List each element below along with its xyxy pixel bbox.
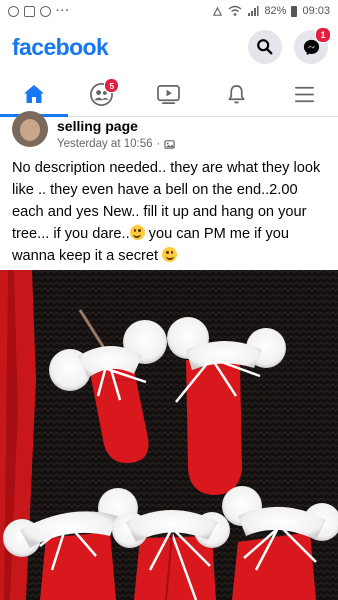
facebook-logo[interactable]: facebook: [12, 34, 109, 61]
wifi-icon: [228, 5, 242, 16]
main-tab-bar: 5: [0, 72, 338, 117]
alarm-icon: [213, 6, 223, 16]
post-meta: Yesterday at 10:56 ·: [57, 138, 176, 150]
watch-video-icon: [157, 84, 181, 104]
tab-home[interactable]: [0, 72, 68, 117]
post-header: selling page Yesterday at 10:56 ·: [0, 111, 338, 157]
post-photo[interactable]: [0, 270, 338, 600]
tab-watch[interactable]: [135, 72, 203, 116]
battery-percent: 82%: [264, 5, 287, 17]
post-text: No description needed.. they are what th…: [12, 157, 330, 267]
header-actions: 1: [248, 27, 331, 64]
tab-friends[interactable]: 5: [68, 72, 136, 116]
post-timestamp[interactable]: Yesterday at 10:56: [57, 138, 152, 150]
tab-menu[interactable]: [270, 72, 338, 116]
status-bar: ··· 82% 09:03: [0, 0, 338, 22]
status-system-icons: 82% 09:03: [212, 5, 330, 17]
bell-icon: [228, 84, 245, 104]
message-notification-icon: [24, 5, 35, 17]
tab-notifications[interactable]: [203, 72, 271, 116]
laughing-emoji-icon: [129, 225, 145, 240]
status-notification-icons: ···: [8, 5, 70, 17]
messenger-notification-icon: [8, 5, 19, 17]
search-button[interactable]: [248, 30, 282, 64]
signal-icon: [248, 6, 259, 16]
messenger-badge: 1: [315, 27, 331, 43]
clock-time: 09:03: [302, 5, 330, 17]
friends-badge: 5: [104, 78, 120, 93]
app-header: facebook 1: [0, 22, 338, 72]
winking-emoji-icon: [162, 247, 178, 262]
audience-icon[interactable]: [164, 139, 176, 150]
hamburger-menu-icon: [294, 86, 314, 102]
post-author[interactable]: selling page: [57, 118, 138, 134]
messenger-button[interactable]: 1: [294, 27, 331, 64]
more-notifications-icon: ···: [56, 5, 70, 17]
account-notification-icon: [40, 5, 51, 17]
home-icon: [23, 85, 44, 103]
author-avatar[interactable]: [12, 111, 48, 147]
search-icon: [257, 39, 273, 55]
battery-icon: [291, 5, 298, 17]
meta-separator: ·: [156, 138, 161, 150]
